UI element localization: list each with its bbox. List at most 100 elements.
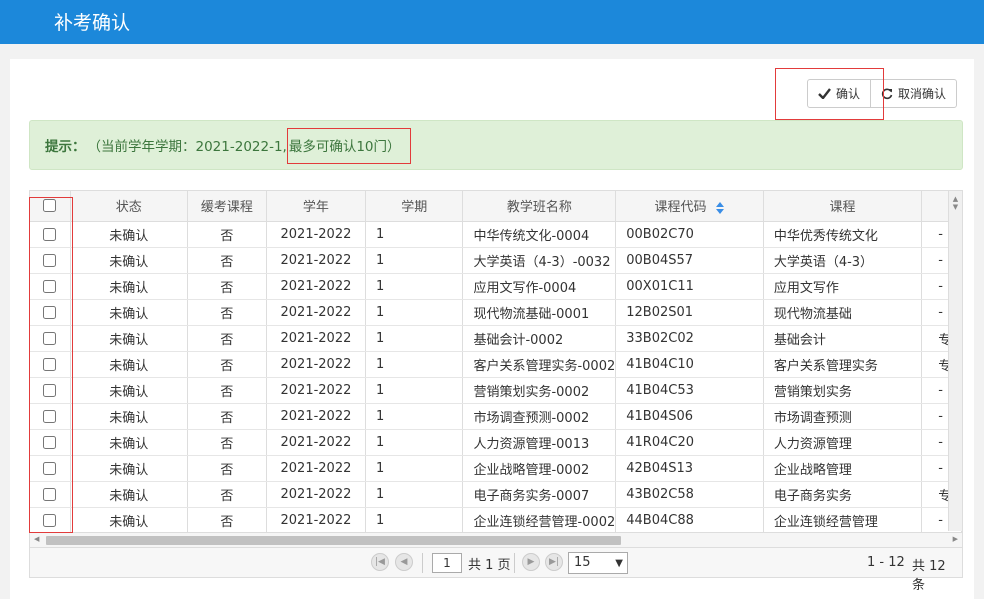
row-select-cell [30,481,71,508]
page-title: 补考确认 [54,12,131,34]
scroll-down-icon[interactable]: ▼ [949,203,962,211]
year-cell: 2021-2022 [266,403,366,430]
pager-divider [422,553,423,573]
term-cell: 1 [365,507,464,534]
course-name-cell: 企业连锁经营管理 [763,507,923,534]
hint-text: （当前学年学期：2021-2022-1, [87,139,287,155]
table-row[interactable]: 未确认否 2021-2022 1 企业连锁经营管理-0002 44B04C88 企业连锁经… [30,507,962,534]
table-row[interactable]: 未确认否 2021-2022 1 大学英语（4-3）-0032 00B04S57 大学英语… [30,247,962,274]
course-table: 状态 缓考课程 学年 学期 教学班名称 课程代码 课程 未确认否 2021-202… [30,191,962,534]
prev-page-button[interactable]: ◀ [395,553,413,571]
class-name-cell: 基础会计-0002 [462,325,617,352]
page-size-select[interactable]: 15 ▼ [568,552,628,574]
row-select-cell [30,351,71,378]
course-name-cell: 大学英语（4-3） [763,247,923,274]
row-checkbox[interactable] [43,383,57,397]
table-row[interactable]: 未确认否 2021-2022 1 企业战略管理-0002 42B04S13 企业战略管理 - [30,455,962,482]
row-checkbox[interactable] [43,253,57,267]
course-code-cell: 33B02C02 [615,325,764,352]
column-header-status[interactable]: 状态 [70,191,188,222]
table-row[interactable]: 未确认否 2021-2022 1 营销策划实务-0002 41B04C53 营销策划实务 - [30,377,962,404]
table-row[interactable]: 未确认否 2021-2022 1 电子商务实务-0007 43B02C58 电子商务实务专 [30,481,962,508]
last-page-button[interactable]: ▶| [545,553,563,571]
row-select-cell [30,273,71,300]
year-cell: 2021-2022 [266,507,366,534]
column-header-term[interactable]: 学期 [365,191,464,222]
row-checkbox[interactable] [43,435,57,449]
scroll-right-icon[interactable]: ▶ [953,535,958,543]
row-checkbox[interactable] [43,279,57,293]
row-checkbox[interactable] [43,357,57,371]
course-code-cell: 12B02S01 [615,299,764,326]
table-row[interactable]: 未确认否 2021-2022 1 现代物流基础-0001 12B02S01 现代物流基础 - [30,299,962,326]
course-code-cell: 00B04S57 [615,247,764,274]
column-header-year[interactable]: 学年 [266,191,366,222]
course-code-cell: 41B04S06 [615,403,764,430]
row-checkbox[interactable] [43,409,57,423]
class-name-cell: 企业连锁经营管理-0002 [462,507,617,534]
row-checkbox[interactable] [43,487,57,501]
vertical-scrollbar[interactable]: ▲ ▼ [948,191,962,531]
column-header-course[interactable]: 课程 [763,191,923,222]
hint-banner: 提示： （当前学年学期：2021-2022-1, 最多可确认10门） [29,120,963,170]
table-row[interactable]: 未确认否 2021-2022 1 基础会计-0002 33B02C02 基础会计专 [30,325,962,352]
table-row[interactable]: 未确认否 2021-2022 1 中华传统文化-0004 00B02C70 中华优秀传统文… [30,221,962,248]
row-select-cell [30,299,71,326]
column-header-code-label: 课程代码 [654,200,707,216]
term-cell: 1 [365,455,464,482]
status-cell: 未确认 [70,247,188,274]
total-pages-text: 共 1 页 [468,558,511,573]
row-checkbox[interactable] [43,305,57,319]
status-cell: 未确认 [70,507,188,534]
course-code-cell: 42B04S13 [615,455,764,482]
chevron-down-icon: ▼ [615,558,623,569]
deferred-cell: 否 [187,429,267,456]
row-select-cell [30,455,71,482]
scroll-left-icon[interactable]: ◀ [34,535,39,543]
course-name-cell: 电子商务实务 [763,481,923,508]
row-checkbox[interactable] [43,227,57,241]
check-icon [818,88,831,99]
course-name-cell: 企业战略管理 [763,455,923,482]
column-header-class-name[interactable]: 教学班名称 [462,191,617,222]
table-row[interactable]: 未确认否 2021-2022 1 应用文写作-0004 00X01C11 应用文写作 - [30,273,962,300]
year-cell: 2021-2022 [266,221,366,248]
class-name-cell: 客户关系管理实务-0002 [462,351,617,378]
table-row[interactable]: 未确认否 2021-2022 1 客户关系管理实务-0002 41B04C10 客户关系管… [30,351,962,378]
select-all-checkbox[interactable] [43,199,57,213]
deferred-cell: 否 [187,481,267,508]
class-name-cell: 中华传统文化-0004 [462,221,617,248]
column-header-code[interactable]: 课程代码 [615,191,764,222]
horizontal-scrollbar[interactable]: ◀ ▶ [30,532,962,547]
table-row[interactable]: 未确认否 2021-2022 1 人力资源管理-0013 41R04C20 人力资源管理 - [30,429,962,456]
data-grid: 状态 缓考课程 学年 学期 教学班名称 课程代码 课程 未确认否 2021-202… [29,190,963,548]
class-name-cell: 人力资源管理-0013 [462,429,617,456]
table-row[interactable]: 未确认否 2021-2022 1 市场调查预测-0002 41B04S06 市场调查预测 - [30,403,962,430]
column-header-deferred[interactable]: 缓考课程 [187,191,267,222]
class-name-cell: 现代物流基础-0001 [462,299,617,326]
row-checkbox[interactable] [43,331,57,345]
confirm-button[interactable]: 确认 [808,80,870,107]
next-page-button[interactable]: ▶ [522,553,540,571]
deferred-cell: 否 [187,325,267,352]
hint-prefix: 提示： [45,139,86,155]
row-checkbox[interactable] [43,461,57,475]
scroll-up-icon[interactable]: ▲ [949,195,962,203]
course-name-cell: 应用文写作 [763,273,923,300]
course-name-cell: 客户关系管理实务 [763,351,923,378]
row-checkbox[interactable] [43,513,57,527]
year-cell: 2021-2022 [266,273,366,300]
deferred-cell: 否 [187,221,267,248]
class-name-cell: 应用文写作-0004 [462,273,617,300]
first-page-button[interactable]: |◀ [371,553,389,571]
toolbar: 确认 取消确认 [807,79,958,108]
page-size-value: 15 [574,555,591,570]
horizontal-scroll-thumb[interactable] [46,536,621,545]
cancel-confirm-button[interactable]: 取消确认 [870,80,956,107]
course-code-cell: 41R04C20 [615,429,764,456]
course-code-cell: 43B02C58 [615,481,764,508]
status-cell: 未确认 [70,403,188,430]
year-cell: 2021-2022 [266,377,366,404]
page-number-input[interactable]: 1 [432,553,462,573]
course-code-cell: 41B04C53 [615,377,764,404]
